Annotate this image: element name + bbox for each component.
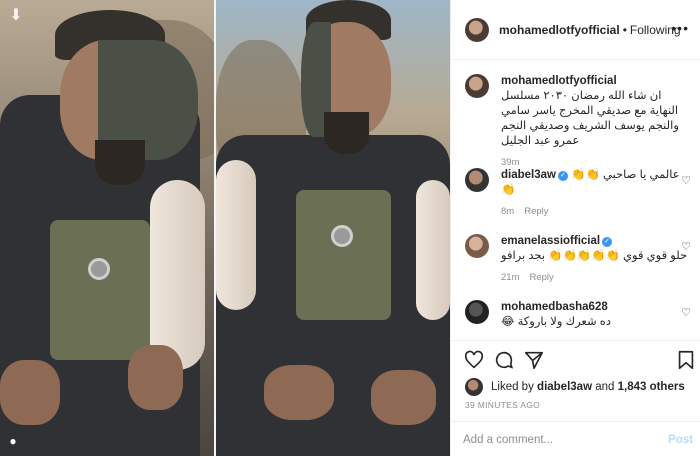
comment-username[interactable]: emanelassiofficial <box>501 235 600 247</box>
likes-line: Liked by diabel3aw and 1,843 others <box>465 378 685 396</box>
comment-username[interactable]: mohamedbasha628 <box>501 301 608 313</box>
fur-collar <box>150 180 205 370</box>
post-timestamp: 39 MINUTES AGO <box>465 400 541 410</box>
beard <box>324 112 369 154</box>
separator-dot: • <box>622 22 627 37</box>
post-sidebar: mohamedlotfyofficial • Following ••• moh… <box>450 0 700 456</box>
heart-icon[interactable] <box>463 349 485 371</box>
likes-mid: and <box>595 381 615 393</box>
verified-badge-icon: ✓ <box>602 237 613 247</box>
likes-count[interactable]: 1,843 others <box>618 381 685 393</box>
list-item: emanelassiofficial ✓ حلو قوي قوي 👏👏👏👏👏 بج… <box>465 234 691 284</box>
avatar[interactable] <box>465 168 489 192</box>
verified-badge-icon: ✓ <box>557 171 568 181</box>
comment-time: 21m <box>501 272 520 283</box>
post-photo[interactable]: ⬇ ● <box>0 0 450 456</box>
heart-icon[interactable]: ♡ <box>681 174 691 187</box>
share-icon[interactable] <box>523 349 545 371</box>
pendant <box>331 225 353 247</box>
comment-text: ده شعرك ولا باروكة 😂 <box>501 316 611 328</box>
more-options-icon[interactable]: ••• <box>671 20 689 36</box>
avatar[interactable] <box>465 300 489 324</box>
caption-text: ان شاء الله رمضان ٢٠٣٠ مسلسل النهاية مع … <box>501 90 679 147</box>
hand-right <box>371 370 436 425</box>
download-icon[interactable]: ⬇ <box>6 6 26 26</box>
list-item: diabel3aw ✓ عالمي يا صاحبي 👏👏👏 8m Reply ♡ <box>465 168 691 218</box>
post-header: mohamedlotfyofficial • Following ••• <box>451 0 700 60</box>
reply-button[interactable]: Reply <box>524 206 548 217</box>
list-item: mohamedbasha628 ده شعرك ولا باروكة 😂 ♡ <box>465 300 691 336</box>
caption: mohamedlotfyofficial ان شاء الله رمضان ٢… <box>465 74 691 168</box>
hand-right <box>128 345 183 410</box>
reply-button[interactable]: Reply <box>529 272 553 283</box>
bookmark-icon[interactable] <box>675 349 697 371</box>
avatar[interactable] <box>465 17 489 42</box>
comment-text: حلو قوي قوي 👏👏👏👏👏 بجد برافو <box>501 250 688 262</box>
fur-collar <box>416 180 450 320</box>
beard <box>95 140 145 185</box>
avatar[interactable] <box>465 378 483 396</box>
person-tag-icon[interactable]: ● <box>6 434 20 448</box>
heart-icon[interactable]: ♡ <box>681 306 691 319</box>
comment-time: 8m <box>501 206 515 217</box>
hand-left <box>0 360 60 425</box>
photo-left-panel: ⬇ ● <box>0 0 214 456</box>
post-button[interactable]: Post <box>668 434 693 446</box>
fur-collar <box>216 160 256 310</box>
comment-input[interactable]: Add a comment... <box>463 434 553 446</box>
photo-right-panel <box>216 0 450 456</box>
comment-username[interactable]: diabel3aw <box>501 169 556 181</box>
hand-left <box>264 365 334 420</box>
caption-username[interactable]: mohamedlotfyofficial <box>501 75 617 87</box>
heart-icon[interactable]: ♡ <box>681 240 691 253</box>
header-username[interactable]: mohamedlotfyofficial <box>499 23 620 37</box>
comment-icon[interactable] <box>493 349 515 371</box>
liker-username[interactable]: diabel3aw <box>537 381 592 393</box>
shirt <box>296 190 391 320</box>
likes-prefix: Liked by <box>491 381 534 393</box>
shirt <box>50 220 150 360</box>
avatar[interactable] <box>465 74 489 98</box>
action-bar <box>451 340 700 376</box>
add-comment-bar: Add a comment... Post <box>451 421 700 456</box>
pendant <box>88 258 110 280</box>
caption-time: 39m <box>501 157 520 168</box>
avatar[interactable] <box>465 234 489 258</box>
